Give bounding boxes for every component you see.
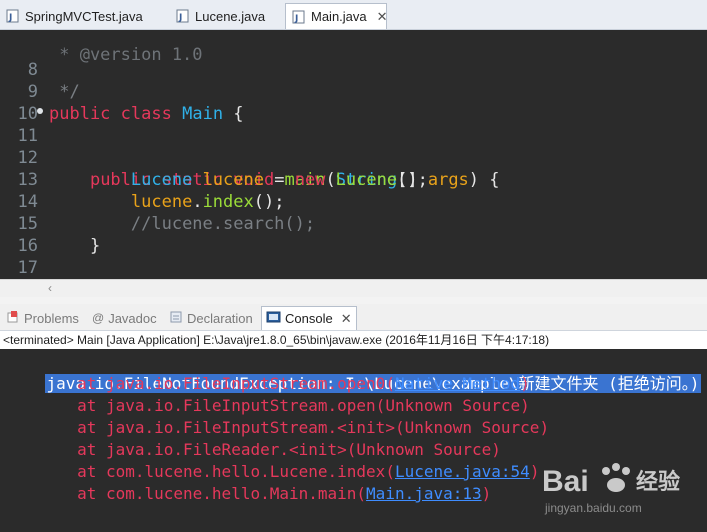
override-marker-icon — [37, 108, 43, 114]
code-line: 9 public class Main { — [27, 82, 244, 124]
code-line: 17 } — [17, 258, 38, 278]
editor-horizontal-scrollbar[interactable]: ‹ — [0, 279, 707, 297]
view-tab-bar: Problems @ Javadoc Declaration Console ✕ — [0, 304, 707, 331]
code-line: 16 — [17, 236, 38, 256]
scroll-left-icon[interactable]: ‹ — [48, 281, 52, 295]
java-file-icon: J — [6, 9, 20, 23]
code-editor[interactable]: * @version 1.0 8 */ 9 public class Main … — [0, 30, 707, 279]
java-file-icon: J — [292, 10, 306, 24]
panel-divider[interactable] — [0, 297, 707, 304]
code-line: 13 lucene.index(); — [17, 170, 285, 212]
code-line: 18 — [0, 257, 707, 279]
console-line: at java.io.FileInputStream.open(Unknown … — [0, 396, 530, 415]
code-line: 14 //lucene.search(); — [17, 192, 316, 234]
svg-text:经验: 经验 — [636, 469, 680, 495]
svg-text:J: J — [178, 13, 182, 23]
problems-icon — [6, 310, 20, 327]
code-line: 15 } — [17, 214, 101, 256]
stack-trace-link[interactable]: Native Method — [395, 374, 520, 393]
console-status: <terminated> Main [Java Application] E:\… — [3, 333, 550, 347]
code-line: 8 */ — [27, 60, 80, 102]
tab-declaration[interactable]: Declaration — [169, 308, 253, 328]
tab-javadoc[interactable]: @ Javadoc — [92, 308, 157, 328]
console-line: at com.lucene.hello.Main.main(Main.java:… — [0, 484, 492, 503]
svg-text:J: J — [294, 14, 298, 24]
tab-label: SpringMVCTest.java — [25, 8, 143, 24]
close-icon[interactable]: ✕ — [377, 9, 388, 25]
tab-label: Main.java — [311, 9, 367, 24]
console-icon — [266, 310, 281, 327]
tab-main[interactable]: J Main.java ✕ — [285, 3, 388, 29]
code-line: 10 — [17, 104, 38, 124]
tab-lucene[interactable]: J Lucene.java — [170, 4, 285, 28]
java-file-icon: J — [176, 9, 190, 23]
console-line: at java.io.FileReader.<init>(Unknown Sou… — [0, 440, 501, 459]
stack-trace-link[interactable]: Lucene.java:54 — [395, 462, 530, 481]
close-icon[interactable]: ✕ — [341, 311, 352, 327]
console-line: at java.io.FileInputStream.open0(Native … — [0, 374, 530, 393]
code-line: 11 public static void main(String[] args… — [0, 103, 707, 190]
tab-console[interactable]: Console ✕ — [261, 306, 357, 330]
declaration-icon — [169, 310, 183, 327]
editor-tab-bar: J SpringMVCTest.java J Lucene.java J Mai… — [0, 0, 707, 30]
console-line: at java.io.FileInputStream.<init>(Unknow… — [0, 418, 550, 437]
console-line: java.io.FileNotFoundException: I:\Lucene… — [6, 351, 702, 393]
svg-text:J: J — [8, 13, 12, 23]
stack-trace-link[interactable]: Main.java:13 — [366, 484, 482, 503]
tab-springmvctest[interactable]: J SpringMVCTest.java — [0, 4, 170, 28]
code-line: 12 Lucene lucene = new Lucene(); — [17, 148, 428, 190]
tab-label: Lucene.java — [195, 8, 266, 24]
svg-text:Bai: Bai — [542, 465, 589, 498]
tab-problems[interactable]: Problems — [6, 308, 79, 328]
baidu-paw-logo-icon: Bai 经验 — [542, 463, 680, 498]
console-line: at com.lucene.hello.Lucene.index(Lucene.… — [0, 462, 540, 481]
watermark-url: jingyan.baidu.com — [545, 501, 642, 515]
javadoc-icon: @ — [92, 311, 105, 325]
